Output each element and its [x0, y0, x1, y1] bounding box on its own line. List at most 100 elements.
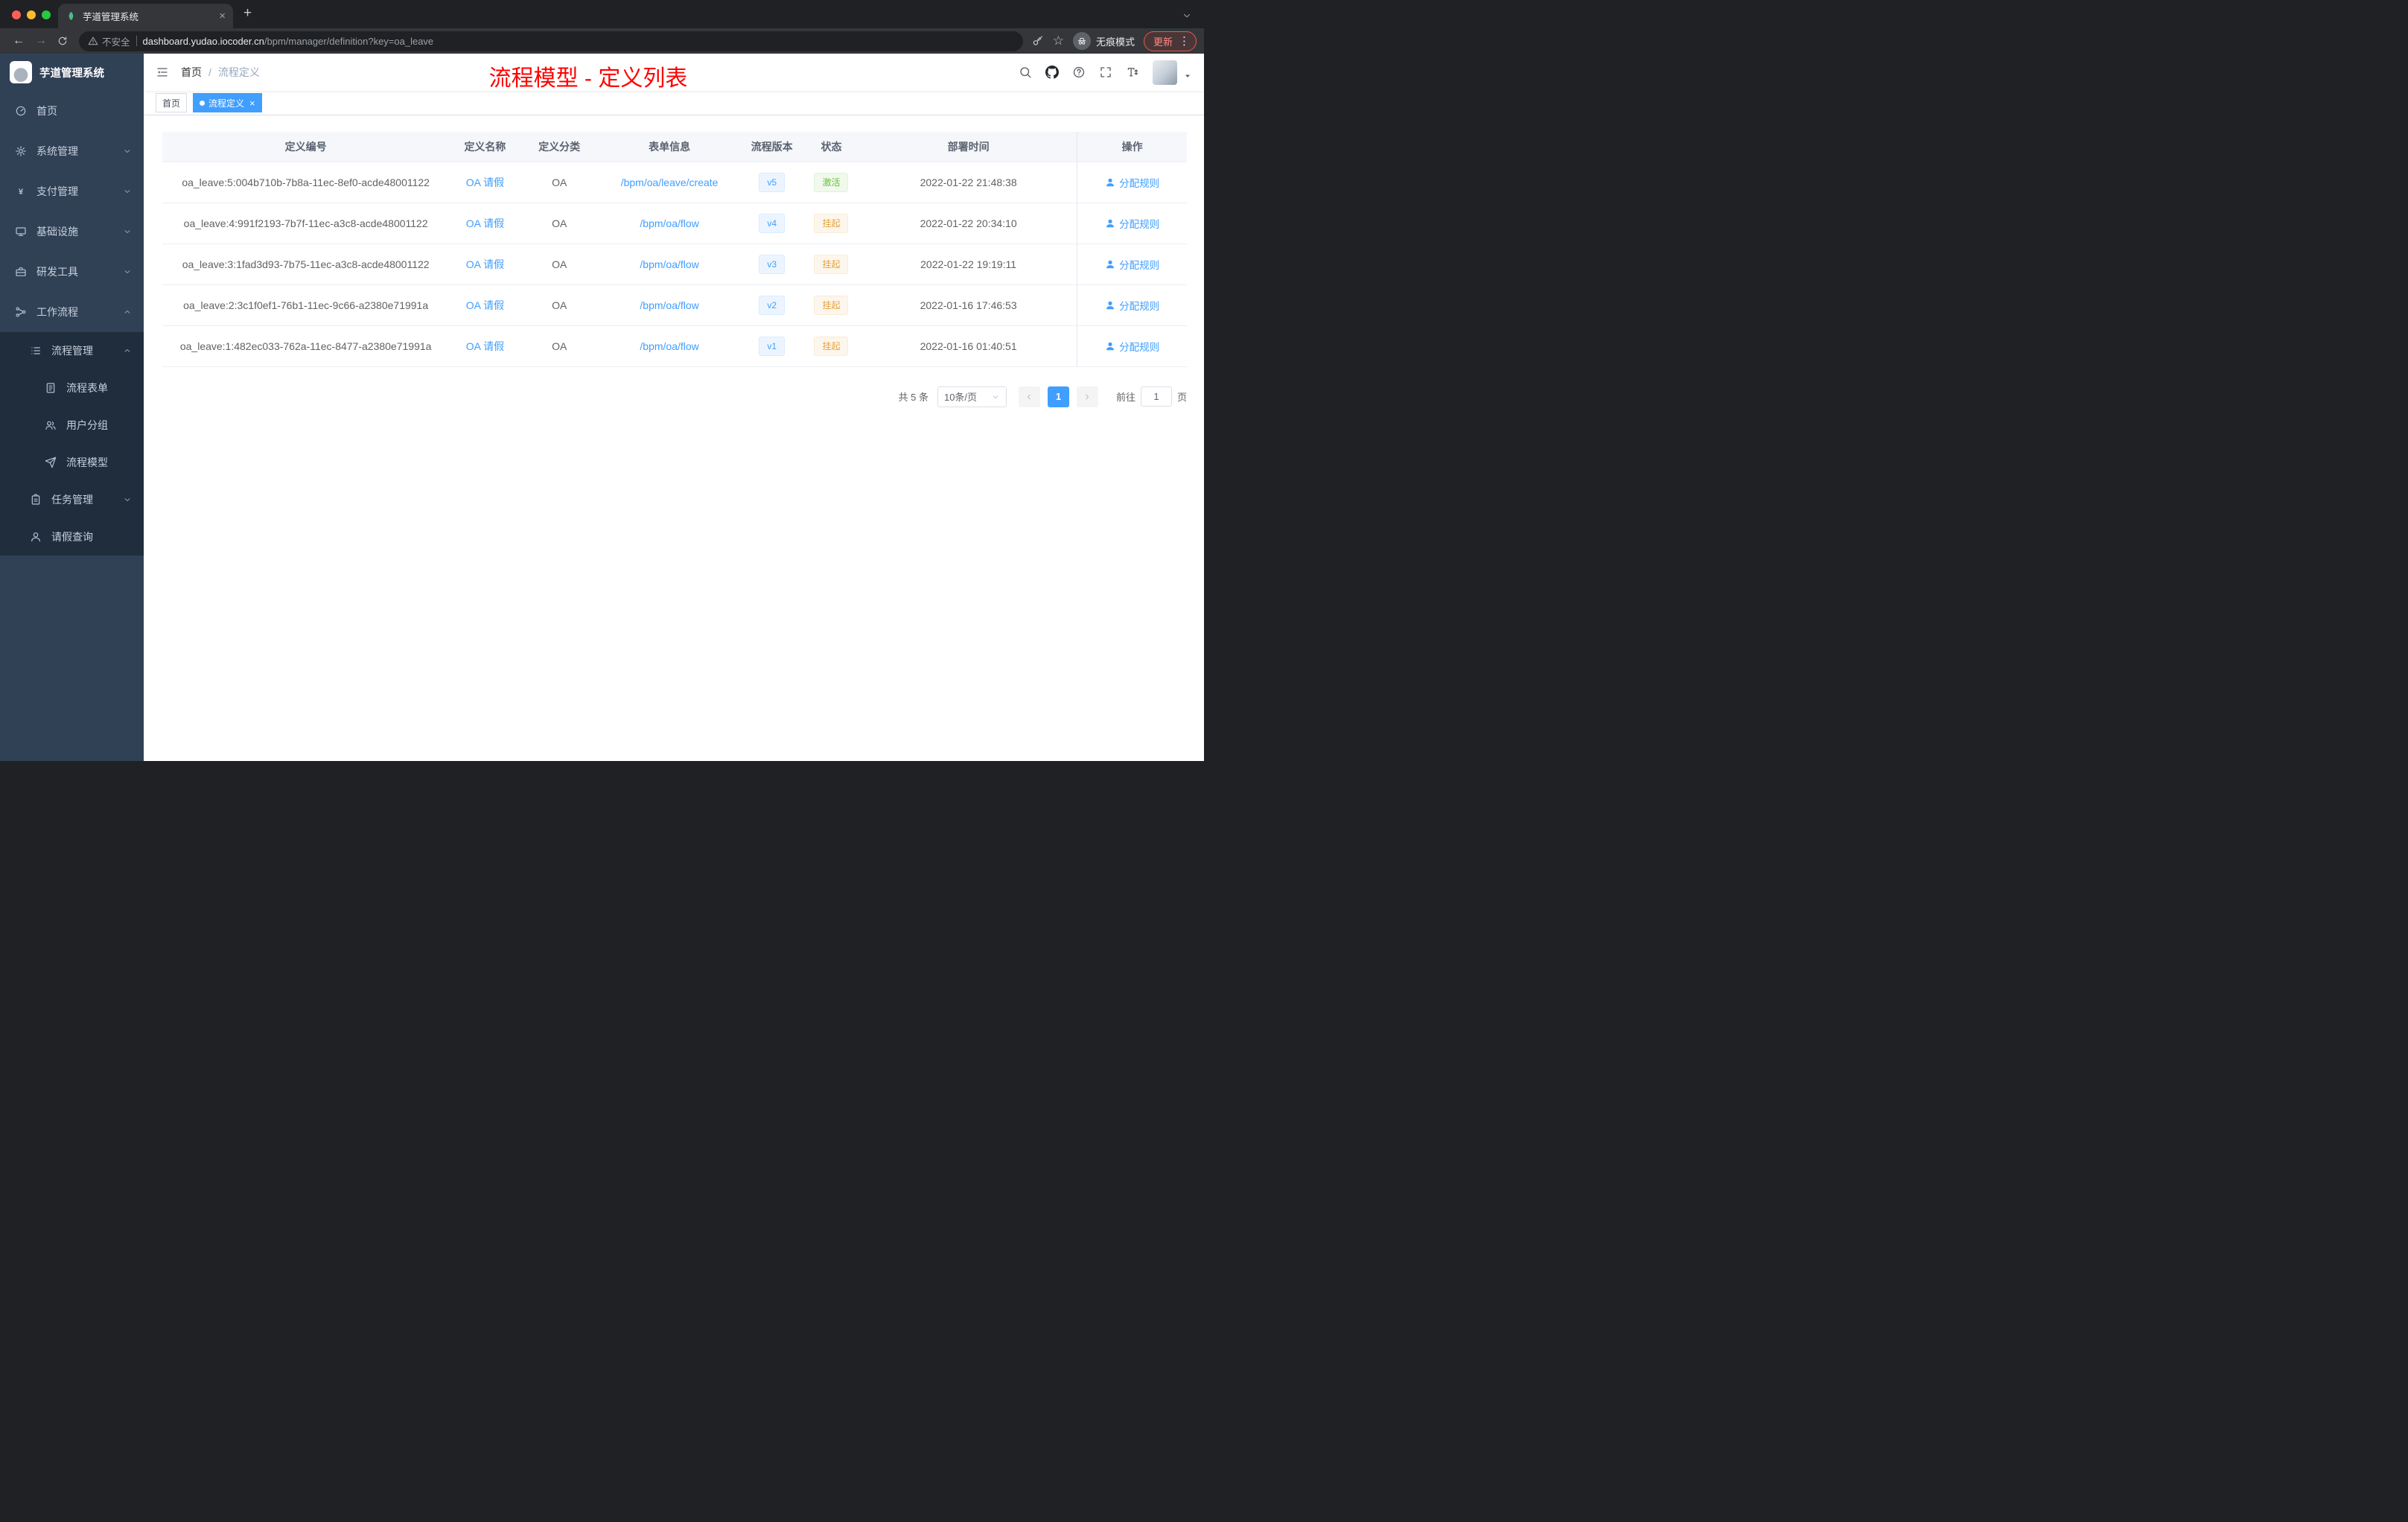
- sidebar-item-user-group[interactable]: 用户分组: [0, 407, 144, 444]
- form-link[interactable]: /bpm/oa/flow: [640, 299, 698, 311]
- key-icon[interactable]: [1032, 35, 1044, 47]
- sidebar-item-task-management[interactable]: 任务管理: [0, 481, 144, 518]
- definition-name-link[interactable]: OA 请假: [466, 217, 504, 229]
- sidebar-item-label: 基础设施: [36, 226, 78, 238]
- assign-rule-link[interactable]: 分配规则: [1105, 257, 1159, 272]
- forward-button[interactable]: →: [30, 35, 52, 47]
- close-window-button[interactable]: [12, 10, 21, 19]
- tag-close-icon[interactable]: ×: [249, 98, 255, 108]
- definition-id: oa_leave:4:991f2193-7b7f-11ec-a3c8-acde4…: [183, 217, 428, 229]
- breadcrumb: 首页 / 流程定义: [181, 65, 260, 80]
- sidebar-item-process-form[interactable]: 流程表单: [0, 369, 144, 407]
- form-link[interactable]: /bpm/oa/flow: [640, 258, 698, 270]
- sidebar-item-leave-query[interactable]: 请假查询: [0, 518, 144, 555]
- github-icon[interactable]: [1045, 66, 1059, 79]
- address-bar[interactable]: 不安全 dashboard.yudao.iocoder.cn/bpm/manag…: [79, 31, 1023, 51]
- pagination: 共 5 条 10条/页 1 前往 页: [162, 386, 1187, 407]
- help-icon[interactable]: [1072, 66, 1086, 79]
- breadcrumb-separator: /: [208, 66, 211, 78]
- sidebar-item-home[interactable]: 首页: [0, 91, 144, 131]
- definition-name-link[interactable]: OA 请假: [466, 258, 504, 270]
- form-link[interactable]: /bpm/oa/leave/create: [621, 176, 719, 188]
- definition-name-link[interactable]: OA 请假: [466, 176, 504, 188]
- version-badge: v5: [759, 172, 786, 192]
- tag-home[interactable]: 首页: [156, 93, 188, 112]
- sidebar-item-dev-tools[interactable]: 研发工具: [0, 252, 144, 292]
- browser-menu-icon[interactable]: ⋮: [1179, 36, 1190, 47]
- avatar[interactable]: [1153, 60, 1177, 85]
- dashboard-icon: [15, 105, 27, 117]
- goto-page-input[interactable]: [1140, 386, 1172, 407]
- page-size-value: 10条/页: [943, 392, 978, 403]
- assign-rule-link[interactable]: 分配规则: [1105, 339, 1159, 354]
- form-link[interactable]: /bpm/oa/flow: [640, 217, 698, 229]
- definition-table: 定义编号 定义名称 定义分类 表单信息 流程版本 状态 部署时间 操作 oa_l…: [162, 132, 1187, 367]
- prev-page-button[interactable]: [1018, 386, 1040, 407]
- table-row: oa_leave:2:3c1f0ef1-76b1-11ec-9c66-a2380…: [162, 284, 1187, 326]
- assign-rule-link[interactable]: 分配规则: [1105, 216, 1159, 231]
- user-icon: [30, 531, 42, 543]
- table-row: oa_leave:4:991f2193-7b7f-11ec-a3c8-acde4…: [162, 203, 1187, 244]
- navbar-right-cluster: [1019, 60, 1192, 85]
- sidebar-item-payment-management[interactable]: 支付管理: [0, 171, 144, 211]
- tags-view-bar: 首页 流程定义 ×: [144, 91, 1204, 115]
- sidebar-toggle-button[interactable]: [156, 66, 169, 79]
- next-page-button[interactable]: [1076, 386, 1098, 407]
- search-icon[interactable]: [1019, 66, 1032, 79]
- form-link[interactable]: /bpm/oa/flow: [640, 340, 698, 352]
- bookmark-star-icon[interactable]: ☆: [1053, 34, 1064, 48]
- tab-close-icon[interactable]: ×: [219, 10, 226, 22]
- tab-list-chevron-icon[interactable]: [1182, 10, 1192, 21]
- definition-name-link[interactable]: OA 请假: [466, 299, 504, 311]
- sidebar-item-infrastructure[interactable]: 基础设施: [0, 211, 144, 252]
- deploy-time: 2022-01-16 01:40:51: [920, 340, 1017, 352]
- page-size-select[interactable]: 10条/页: [937, 386, 1007, 407]
- col-definition-category: 定义分类: [520, 132, 598, 162]
- sidebar-item-label: 系统管理: [36, 145, 78, 157]
- table-row: oa_leave:5:004b710b-7b8a-11ec-8ef0-acde4…: [162, 162, 1187, 203]
- app-logo[interactable]: 芋道管理系统: [0, 54, 144, 91]
- gear-icon: [15, 145, 27, 157]
- page-unit-label: 页: [1176, 392, 1187, 403]
- browser-tab-strip: 芋道管理系统 × +: [0, 0, 1204, 28]
- update-chip[interactable]: 更新 ⋮: [1143, 31, 1197, 51]
- app-window: 芋道管理系统 首页 系统管理 支付管理 基础设施 研发工具 工作流程 流程管理 …: [0, 54, 1204, 761]
- col-actions: 操作: [1077, 132, 1187, 162]
- app-title: 芋道管理系统: [39, 67, 104, 80]
- status-badge: 挂起: [814, 254, 849, 274]
- breadcrumb-home-link[interactable]: 首页: [181, 65, 202, 80]
- font-size-icon[interactable]: [1126, 66, 1139, 79]
- zoom-window-button[interactable]: [42, 10, 51, 19]
- minimize-window-button[interactable]: [27, 10, 36, 19]
- sidebar-item-workflow[interactable]: 工作流程: [0, 292, 144, 332]
- active-tag-dot: [200, 100, 206, 106]
- definition-category: OA: [552, 258, 567, 270]
- fullscreen-icon[interactable]: [1099, 66, 1112, 79]
- col-definition-name: 定义名称: [449, 132, 521, 162]
- url-divider: [136, 36, 137, 46]
- breadcrumb-current: 流程定义: [217, 66, 260, 78]
- definition-name-link[interactable]: OA 请假: [466, 340, 504, 352]
- tag-process-definition[interactable]: 流程定义 ×: [193, 93, 262, 112]
- table-header-row: 定义编号 定义名称 定义分类 表单信息 流程版本 状态 部署时间 操作: [162, 132, 1187, 162]
- sidebar-item-system-management[interactable]: 系统管理: [0, 131, 144, 171]
- avatar-caret-icon[interactable]: [1183, 71, 1192, 80]
- browser-tab[interactable]: 芋道管理系统 ×: [58, 4, 233, 28]
- sidebar-item-process-management[interactable]: 流程管理: [0, 332, 144, 369]
- sidebar-item-label: 请假查询: [51, 531, 93, 543]
- annotation-title: 流程模型 - 定义列表: [488, 66, 688, 91]
- back-button[interactable]: ←: [7, 35, 30, 47]
- chevron-down-icon: [123, 147, 132, 156]
- refresh-button[interactable]: [52, 35, 73, 47]
- sidebar-item-process-model[interactable]: 流程模型: [0, 444, 144, 481]
- assign-rule-link[interactable]: 分配规则: [1105, 175, 1159, 190]
- page-number-button[interactable]: 1: [1047, 386, 1069, 407]
- version-badge: v4: [759, 213, 786, 233]
- new-tab-button[interactable]: +: [243, 6, 252, 20]
- url-text: dashboard.yudao.iocoder.cn/bpm/manager/d…: [143, 36, 434, 47]
- security-status[interactable]: 不安全: [88, 34, 130, 48]
- assign-rule-link[interactable]: 分配规则: [1105, 298, 1159, 313]
- window-controls: [12, 10, 51, 19]
- user-icon: [1105, 259, 1115, 270]
- version-badge: v1: [759, 336, 786, 356]
